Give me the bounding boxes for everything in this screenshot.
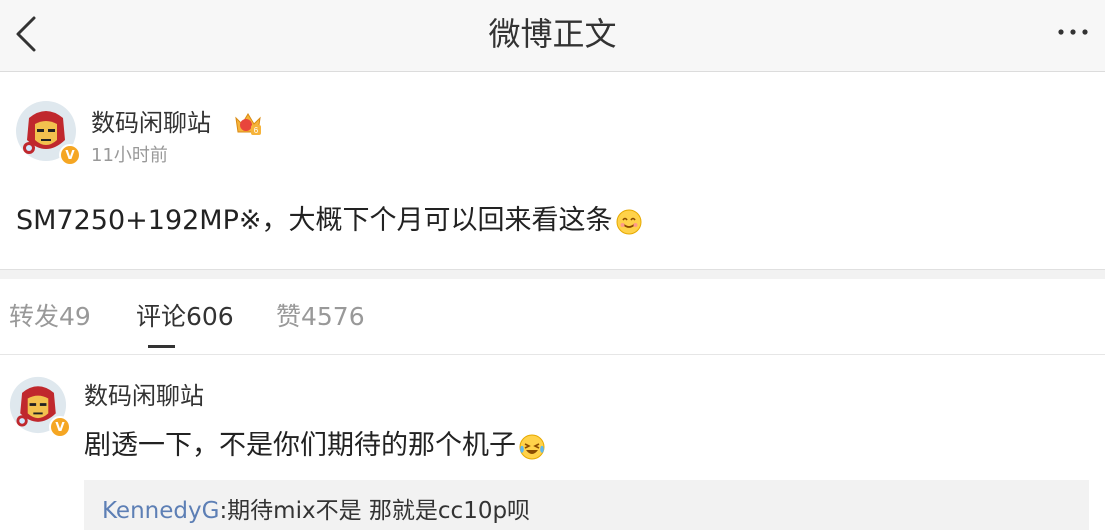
reply-quote-box[interactable]: KennedyG:期待mix不是 那就是cc10p呗: [84, 480, 1089, 530]
verified-badge: V: [59, 144, 81, 166]
tab-comments[interactable]: 评论606: [136, 299, 234, 335]
interaction-tabs: 转发49 评论606 赞4576: [0, 279, 1105, 355]
more-dots-icon[interactable]: [1055, 18, 1091, 46]
post-text: SM7250+192MP※，大概下个月可以回来看这条: [16, 205, 613, 236]
vip-crown-icon[interactable]: 6: [233, 110, 263, 138]
avatar[interactable]: V: [15, 100, 81, 166]
weibo-post: V 数码闲聊站 6 11小时前 SM7250+192MP※，大概下个月可以回来看…: [0, 73, 1105, 269]
author-name[interactable]: 数码闲聊站: [91, 108, 211, 138]
comment-author-name[interactable]: 数码闲聊站: [84, 381, 204, 411]
tab-likes[interactable]: 赞4576: [276, 299, 365, 335]
reply-text: :期待mix不是 那就是cc10p呗: [219, 498, 531, 524]
tab-repost[interactable]: 转发49: [9, 299, 91, 335]
laugh-cry-emoji-icon: [518, 433, 546, 461]
svg-text:6: 6: [254, 126, 259, 135]
verified-badge: V: [49, 416, 71, 438]
reply-username[interactable]: KennedyG: [102, 498, 219, 524]
comment-body: 剧透一下，不是你们期待的那个机子: [84, 430, 516, 461]
post-content: SM7250+192MP※，大概下个月可以回来看这条: [16, 203, 643, 239]
page-title: 微博正文: [488, 15, 617, 53]
active-tab-indicator: [148, 345, 175, 348]
smile-emoji-icon: [615, 208, 643, 236]
section-divider: [0, 269, 1105, 279]
top-nav-bar: 微博正文: [0, 0, 1105, 72]
comment-text: 剧透一下，不是你们期待的那个机子: [84, 428, 546, 464]
comment-item: V 数码闲聊站 剧透一下，不是你们期待的那个机子 KennedyG:期待mix不…: [0, 356, 1105, 530]
post-timestamp: 11小时前: [91, 145, 168, 166]
avatar[interactable]: V: [9, 376, 71, 438]
